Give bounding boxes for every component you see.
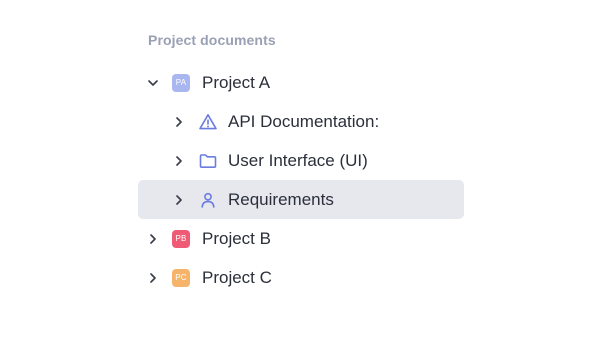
section-title: Project documents bbox=[148, 32, 276, 48]
warning-triangle-icon bbox=[198, 112, 218, 132]
project-badge: PC bbox=[172, 268, 190, 287]
tree-item-label: User Interface (UI) bbox=[228, 150, 368, 170]
project-tree: PA Project A API Documentation: User Int… bbox=[138, 63, 464, 297]
tree-item-label: Project A bbox=[202, 72, 271, 92]
tree-item-requirements[interactable]: Requirements bbox=[138, 180, 464, 219]
tree-item-project-a[interactable]: PA Project A bbox=[138, 63, 464, 102]
chevron-down-icon[interactable] bbox=[146, 76, 160, 90]
person-icon bbox=[198, 190, 218, 210]
chevron-right-icon[interactable] bbox=[172, 193, 186, 207]
project-badge: PA bbox=[172, 73, 190, 92]
tree-item-user-interface[interactable]: User Interface (UI) bbox=[138, 141, 464, 180]
tree-item-api-documentation[interactable]: API Documentation: bbox=[138, 102, 464, 141]
project-badge: PB bbox=[172, 229, 190, 248]
chevron-right-icon[interactable] bbox=[146, 232, 160, 246]
tree-item-label: Project C bbox=[202, 267, 272, 287]
tree-item-project-c[interactable]: PC Project C bbox=[138, 258, 464, 297]
tree-item-project-b[interactable]: PB Project B bbox=[138, 219, 464, 258]
folder-icon bbox=[198, 151, 218, 171]
chevron-right-icon[interactable] bbox=[172, 154, 186, 168]
chevron-right-icon[interactable] bbox=[146, 271, 160, 285]
tree-item-label: Project B bbox=[202, 228, 271, 248]
chevron-right-icon[interactable] bbox=[172, 115, 186, 129]
tree-item-label: API Documentation: bbox=[228, 111, 380, 131]
tree-item-label: Requirements bbox=[228, 189, 334, 209]
